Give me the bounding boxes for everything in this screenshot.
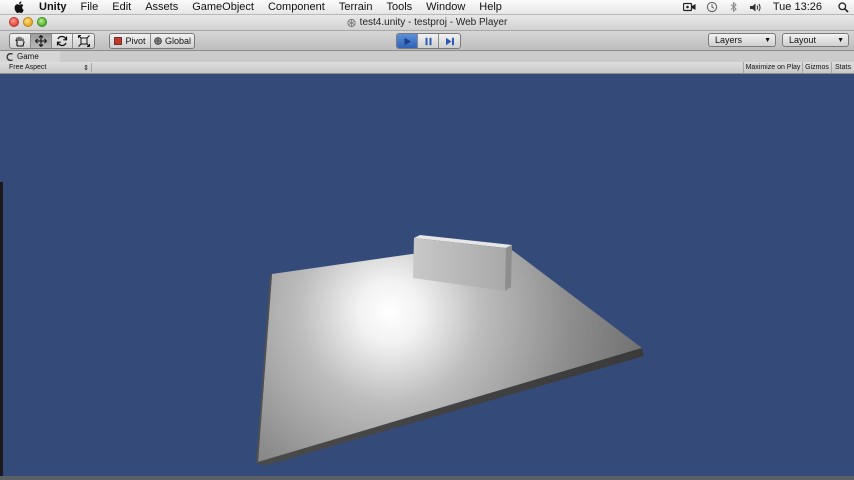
pivot-global-toggles: Pivot Global <box>109 33 195 49</box>
aspect-dropdown[interactable]: Free Aspect ⇕ <box>4 63 92 72</box>
rotate-tool-button[interactable] <box>52 34 73 48</box>
tab-game-label: Game <box>17 52 39 61</box>
playback-controls <box>396 33 461 49</box>
play-icon <box>403 37 412 46</box>
layout-label: Layout <box>789 35 817 45</box>
play-button[interactable] <box>397 34 418 48</box>
spotlight-search-icon[interactable] <box>836 1 850 13</box>
hand-tool-button[interactable] <box>10 34 31 48</box>
pause-button[interactable] <box>418 34 439 48</box>
box-side <box>505 245 512 291</box>
rotate-tool-icon <box>56 35 68 47</box>
menu-tools[interactable]: Tools <box>379 0 419 14</box>
camera-icon[interactable] <box>683 1 697 13</box>
menu-gameobject[interactable]: GameObject <box>185 0 261 14</box>
macos-menu-bar: Unity File Edit Assets GameObject Compon… <box>0 0 854 15</box>
global-label: Global <box>164 36 191 46</box>
step-icon <box>445 37 455 46</box>
scale-tool-button[interactable] <box>73 34 94 48</box>
menu-help[interactable]: Help <box>472 0 509 14</box>
game-view-icon <box>6 52 14 61</box>
bluetooth-icon[interactable] <box>727 1 741 13</box>
maximize-on-play-toggle[interactable]: Maximize on Play <box>743 62 802 73</box>
layers-dropdown[interactable]: Layers ▼ <box>708 33 776 47</box>
window-left-edge <box>0 182 3 480</box>
move-tool-button[interactable] <box>31 34 52 48</box>
aspect-label: Free Aspect <box>9 64 47 71</box>
tab-game[interactable]: Game <box>0 51 60 62</box>
volume-icon[interactable] <box>749 1 763 13</box>
time-machine-icon[interactable] <box>705 1 719 13</box>
global-toggle[interactable]: Global <box>151 34 194 48</box>
pivot-toggle[interactable]: Pivot <box>110 34 151 48</box>
updown-chevron-icon: ⇕ <box>83 64 89 72</box>
hand-tool-icon <box>14 36 26 47</box>
menubar-clock[interactable]: Tue 13:26 <box>773 1 822 13</box>
chevron-down-icon: ▼ <box>764 36 771 44</box>
dock-strip <box>0 476 854 480</box>
maximize-on-play-label: Maximize on Play <box>745 64 801 71</box>
stats-toggle[interactable]: Stats <box>831 62 854 73</box>
step-button[interactable] <box>439 34 460 48</box>
move-tool-icon <box>35 35 47 47</box>
menu-edit[interactable]: Edit <box>105 0 138 14</box>
pivot-icon <box>114 37 123 45</box>
menu-component[interactable]: Component <box>261 0 332 14</box>
editor-toolbar: Pivot Global Layers ▼ Layout ▼ <box>0 31 854 51</box>
layers-label: Layers <box>715 35 743 45</box>
apple-icon[interactable] <box>12 1 26 14</box>
scale-tool-icon <box>77 35 90 47</box>
window-title-bar[interactable]: test4.unity - testproj - Web Player <box>0 15 854 31</box>
window-title: test4.unity - testproj - Web Player <box>0 15 854 30</box>
menu-terrain[interactable]: Terrain <box>332 0 380 14</box>
pivot-label: Pivot <box>125 36 146 46</box>
menu-file[interactable]: File <box>74 0 106 14</box>
chevron-down-icon: ▼ <box>837 36 844 44</box>
stats-label: Stats <box>835 64 851 71</box>
menu-window[interactable]: Window <box>419 0 472 14</box>
global-icon <box>154 37 162 45</box>
unity-document-icon <box>347 18 356 27</box>
menu-assets[interactable]: Assets <box>138 0 185 14</box>
gizmos-label: Gizmos <box>805 64 829 71</box>
menu-app-unity[interactable]: Unity <box>35 0 74 14</box>
pause-icon <box>424 37 433 46</box>
transform-tools <box>9 33 95 49</box>
scene-render <box>256 235 644 466</box>
game-view-toolbar: Free Aspect ⇕ Maximize on Play Gizmos St… <box>0 62 854 74</box>
layout-dropdown[interactable]: Layout ▼ <box>782 33 849 47</box>
gizmos-toggle[interactable]: Gizmos <box>802 62 831 73</box>
game-viewport[interactable] <box>0 74 854 480</box>
window-title-text: test4.unity - testproj - Web Player <box>359 17 508 28</box>
